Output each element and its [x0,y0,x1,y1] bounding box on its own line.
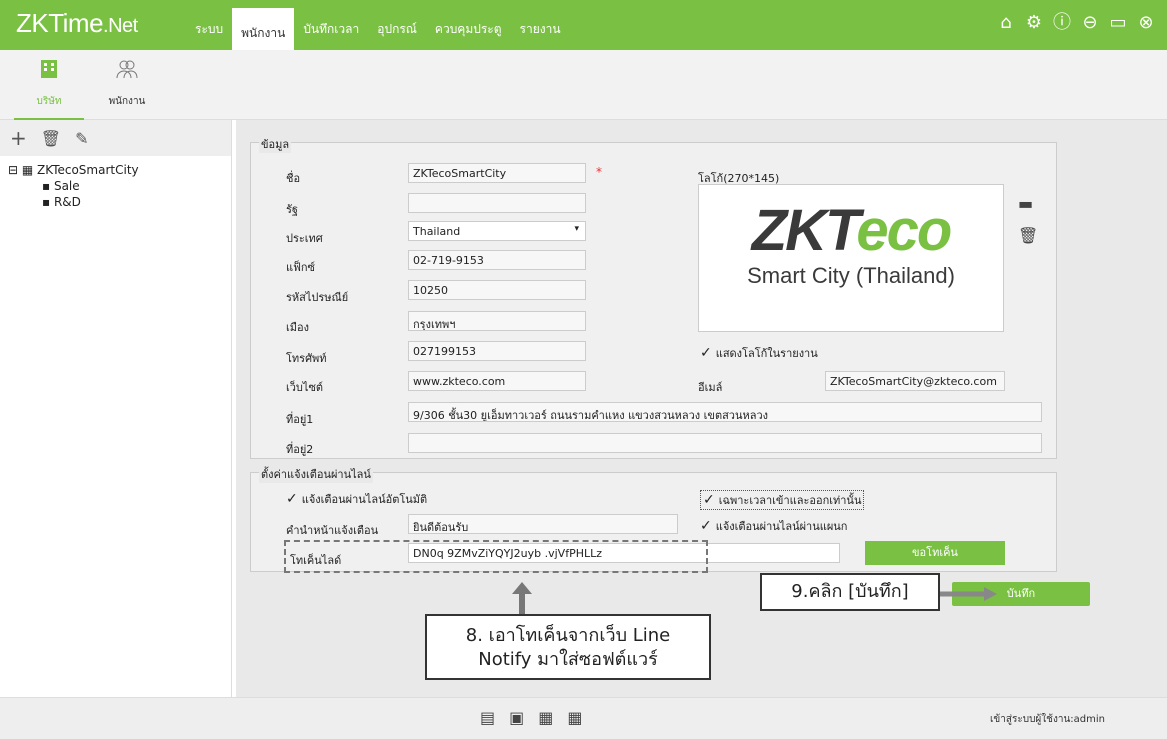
city-input[interactable]: กรุงเทพฯ [408,311,586,331]
check-icon: ✓ [700,518,712,534]
phone-input[interactable]: 027199153 [408,341,586,361]
fax-label: แฟ็กซ์ [286,261,316,274]
website-label: เว็บไซต์ [286,381,324,394]
menu-employee[interactable]: พนักงาน [232,8,295,50]
edit-icon[interactable]: ✎ [75,129,88,148]
tab-company-label: บริษัท [36,96,62,107]
trash-icon[interactable]: 🗑 [1018,226,1038,245]
state-label: รัฐ [286,203,298,216]
menu-device[interactable]: อุปกรณ์ [368,0,426,50]
line-section-title: ตั้งค่าแจ้งเตือนผ่านไลน์ [259,465,373,483]
tree-item-sale[interactable]: ▪ Sale [8,178,223,194]
name-input[interactable]: ZKTecoSmartCity [408,163,586,183]
tab-company[interactable]: บริษัท [14,58,84,120]
minimize-icon[interactable]: ⊖ [1079,12,1101,34]
show-logo-checkbox[interactable]: ✓ แสดงโลโก้ในรายงาน [700,344,818,362]
id-card-icon[interactable]: ▤ [480,708,495,727]
callout-step-9: 9.คลิก [บันทึก] [760,573,940,611]
folder-icon[interactable]: ▬ [1018,194,1033,213]
tree-root[interactable]: ⊟ ▦ ZKTecoSmartCity [8,162,223,178]
fax-input[interactable]: 02-719-9153 [408,250,586,270]
required-marker: * [596,165,602,179]
check-icon: ✓ [703,492,715,508]
country-label: ประเทศ [286,232,323,245]
add-icon[interactable]: + [10,126,27,150]
callout-step-8: 8. เอาโทเค็นจากเว็บ Line Notify มาใส่ซอฟ… [425,614,711,680]
tab-employee[interactable]: พนักงาน [92,58,162,109]
sub-toolbar: บริษัท พนักงาน [0,50,1167,120]
home-icon[interactable]: ⌂ [995,12,1017,34]
menu-access[interactable]: ควบคุมประตู [426,0,511,50]
line-auto-checkbox[interactable]: ✓ แจ้งเตือนผ่านไลน์อัตโนมัติ [286,490,427,508]
state-input[interactable] [408,193,586,213]
phone-label: โทรศัพท์ [286,352,327,365]
menu-attendance[interactable]: บันทึกเวลา [294,0,368,50]
check-icon: ✓ [700,345,712,361]
left-panel: + 🗑 ✎ ⊟ ▦ ZKTecoSmartCity ▪ Sale ▪ R&D [0,120,232,697]
website-input[interactable]: www.zkteco.com [408,371,586,391]
maximize-icon[interactable]: ▭ [1107,12,1129,34]
building-icon [41,60,57,78]
close-icon[interactable]: ⊗ [1135,12,1157,34]
country-select[interactable]: Thailand ▾ [408,221,586,241]
dept-notify-checkbox[interactable]: ✓ แจ้งเตือนผ่านไลน์ผ่านแผนก [700,517,847,535]
token-highlight [284,540,708,573]
city-label: เมือง [286,321,309,334]
logo-mark: ZKTeco [751,198,953,263]
trash-icon[interactable]: 🗑 [41,129,61,148]
inout-only-checkbox[interactable]: ✓ เฉพาะเวลาเข้าและออกเท่านั้น [700,490,865,510]
zip-label: รหัสไปรษณีย์ [286,291,349,304]
gear-icon[interactable]: ⚙ [1023,12,1045,34]
address1-input[interactable]: 9/306 ชั้น30 ยูเอ็มทาวเวอร์ ถนนรามคำแหง … [408,402,1042,422]
logo-subtitle: Smart City (Thailand) [747,263,955,288]
main-menu: ระบบ พนักงาน บันทึกเวลา อุปกรณ์ ควบคุมปร… [186,0,570,50]
address1-label: ที่อยู่1 [286,413,314,426]
help-icon[interactable]: ⓘ [1051,12,1073,34]
users-icon [116,60,138,79]
arrow-right-icon [940,587,997,601]
app-logo: ZKTime.Net [16,8,138,38]
email-input[interactable]: ZKTecoSmartCity@zkteco.com [825,371,1005,391]
top-bar: ZKTime.Net ระบบ พนักงาน บันทึกเวลา อุปกร… [0,0,1167,50]
info-section-title: ข้อมูล [259,135,292,153]
arrow-up-icon [512,582,532,614]
get-token-button[interactable]: ขอโทเค็น [865,541,1005,565]
company-tree: ⊟ ▦ ZKTecoSmartCity ▪ Sale ▪ R&D [0,156,231,216]
prefix-input[interactable]: ยินดีต้อนรับ [408,514,678,534]
company-logo-preview[interactable]: ZKTeco Smart City (Thailand) [698,184,1004,332]
menu-system[interactable]: ระบบ [186,0,232,50]
document-icon[interactable]: ▦ [538,708,553,727]
tab-employee-label: พนักงาน [108,96,146,107]
footer-icons: ▤ ▣ ▦ ▦ [480,708,583,727]
email-label: อีเมล์ [698,381,723,394]
status-bar: ▤ ▣ ▦ ▦ เข้าสู่ระบบผู้ใช้งาน:admin [0,697,1167,739]
chevron-down-icon: ▾ [574,224,579,234]
tree-toolbar: + 🗑 ✎ [0,120,231,156]
prefix-label: คำนำหน้าแจ้งเตือน [286,524,379,537]
window-controls: ⌂ ⚙ ⓘ ⊖ ▭ ⊗ [995,12,1157,34]
device-icon[interactable]: ▣ [509,708,524,727]
tree-item-rd[interactable]: ▪ R&D [8,194,223,210]
login-status: เข้าสู่ระบบผู้ใช้งาน:admin [990,714,1105,725]
address2-label: ที่อยู่2 [286,443,314,456]
name-label: ชื่อ [286,172,301,185]
address2-input[interactable] [408,433,1042,453]
check-icon: ✓ [286,491,298,507]
zip-input[interactable]: 10250 [408,280,586,300]
report-icon[interactable]: ▦ [567,708,582,727]
menu-report[interactable]: รายงาน [511,0,570,50]
